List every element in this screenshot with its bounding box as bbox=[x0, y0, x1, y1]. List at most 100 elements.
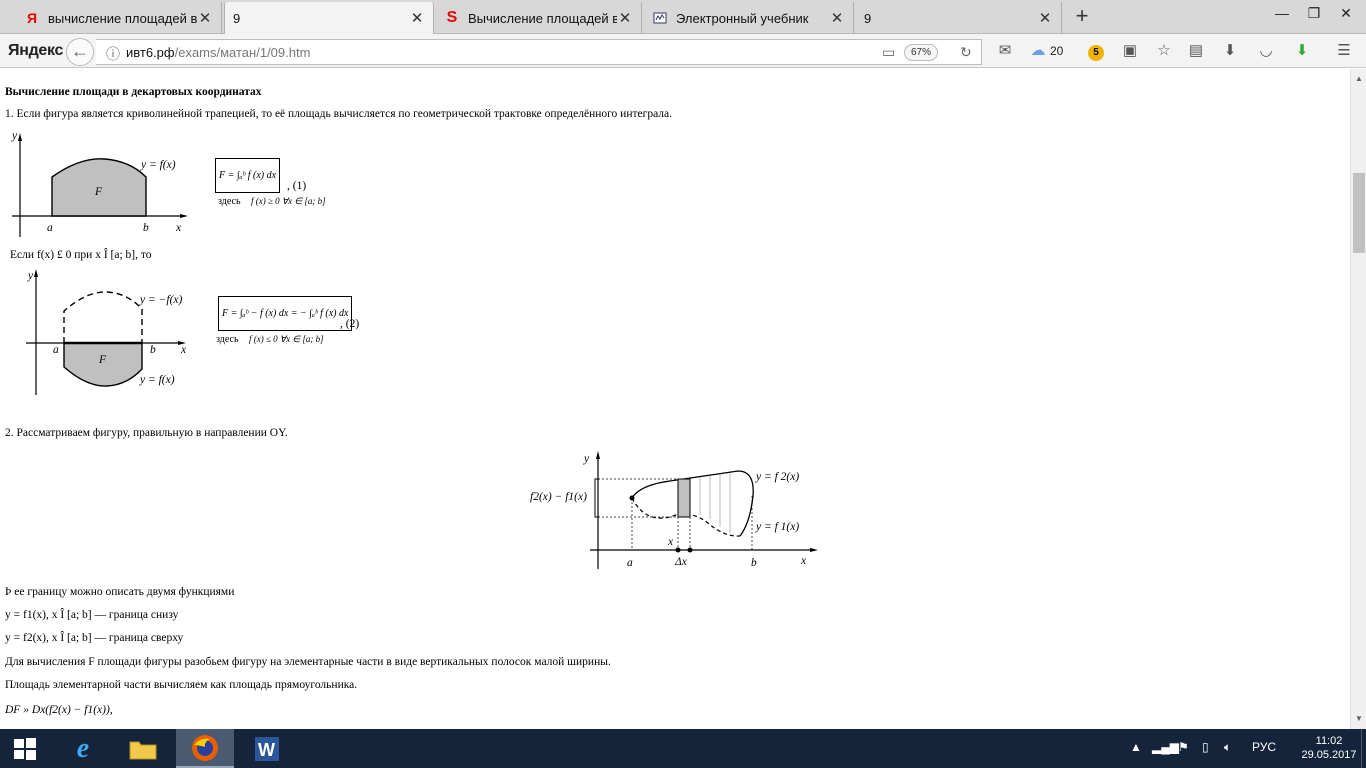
word-taskbar-button[interactable]: W bbox=[238, 729, 296, 768]
fig1-b-label: b bbox=[143, 222, 149, 234]
windows-taskbar: e W ▲ ▂▄▆ ⚑ ▯ 🔈︎ РУС 11:02 29.05.2017 bbox=[0, 729, 1366, 768]
mail-icon[interactable]: ✉ bbox=[995, 41, 1015, 61]
paragraph-6: Для вычисления F площади фигуры разобьем… bbox=[5, 656, 611, 668]
show-desktop-button[interactable] bbox=[1361, 729, 1366, 768]
formula-1: F = ∫ₐᵇ f (x) dx bbox=[215, 158, 281, 193]
volume-icon[interactable]: 🔈︎ bbox=[1224, 740, 1231, 755]
tab-title: Электронный учебник bbox=[676, 10, 809, 26]
fig2-curve-bottom-label: y = f(x) bbox=[140, 374, 175, 386]
menu-icon[interactable]: ☰ bbox=[1334, 41, 1354, 61]
tab-3[interactable]: S Вычисление площадей в д ✕ bbox=[436, 2, 642, 34]
clock[interactable]: 11:02 29.05.2017 bbox=[1296, 734, 1362, 762]
where-1: здесь bbox=[218, 196, 241, 207]
s-icon: S bbox=[446, 9, 458, 26]
address-bar[interactable]: ⓘ ивт6.рф/exams/матан/1/09.htm ▭ 67% ↻ bbox=[96, 39, 982, 65]
battery-icon[interactable]: ▯ bbox=[1202, 740, 1209, 754]
fig2-curve-top-label: y = −f(x) bbox=[140, 294, 183, 306]
fig3-diff-label: f2(x) − f1(x) bbox=[530, 491, 587, 503]
fig2-a-label: a bbox=[53, 344, 59, 356]
word-icon: W bbox=[255, 736, 279, 761]
reader-mode-icon[interactable]: ▭ bbox=[882, 44, 895, 61]
condition-1: f (x) ≥ 0 ∀x ∈ [a; b] bbox=[251, 196, 326, 206]
close-tab-icon[interactable]: ✕ bbox=[829, 9, 845, 27]
tab-title: 9 bbox=[233, 10, 241, 26]
fig3-a-label: a bbox=[627, 557, 633, 569]
extension-icon[interactable]: ▣ bbox=[1120, 41, 1140, 61]
fig3-x-label: x bbox=[801, 555, 807, 567]
vertical-scrollbar[interactable]: ▲ ▼ bbox=[1350, 69, 1366, 729]
restore-icon[interactable]: ❐ bbox=[1298, 0, 1330, 30]
scroll-up-arrow[interactable]: ▲ bbox=[1351, 71, 1366, 87]
ie-taskbar-button[interactable]: e bbox=[54, 729, 112, 768]
pocket-icon[interactable]: ◡ bbox=[1256, 41, 1276, 61]
tab-2[interactable]: 9 ✕ bbox=[224, 2, 434, 34]
fig2-b-label: b bbox=[150, 344, 156, 356]
fig1-x-label: x bbox=[176, 222, 182, 234]
url-text: ивт6.рф/exams/матан/1/09.htm bbox=[126, 45, 311, 60]
tab-5[interactable]: 9 ✕ bbox=[856, 2, 1062, 34]
paragraph-8: DF » Dx(f2(x) − f1(x)), bbox=[5, 704, 113, 716]
formula-1-number: , (1) bbox=[287, 180, 307, 192]
new-tab-button[interactable]: + bbox=[1070, 5, 1094, 29]
minimize-icon[interactable]: — bbox=[1266, 0, 1298, 30]
close-tab-icon[interactable]: ✕ bbox=[617, 9, 633, 27]
paragraph-2: 2. Рассматриваем фигуру, правильную в на… bbox=[5, 427, 288, 439]
folder-icon bbox=[129, 741, 157, 759]
network-signal-icon[interactable]: ▂▄▆ bbox=[1152, 740, 1179, 754]
fig2-x-label: x bbox=[181, 344, 187, 356]
paragraph-3: Þ ее границу можно описать двумя функция… bbox=[5, 586, 235, 598]
clock-date: 29.05.2017 bbox=[1301, 749, 1357, 761]
fig1-a-label: a bbox=[47, 222, 53, 234]
page-title: Вычисление площади в декартовых координа… bbox=[5, 86, 262, 98]
close-window-icon[interactable]: ✕ bbox=[1330, 0, 1362, 30]
scroll-thumb[interactable] bbox=[1353, 173, 1365, 253]
yandex-logo[interactable]: Яндекс bbox=[8, 42, 63, 60]
close-tab-icon[interactable]: ✕ bbox=[197, 9, 213, 27]
zoom-indicator[interactable]: 67% bbox=[904, 44, 938, 61]
weather-temp: 20 bbox=[1050, 44, 1064, 58]
bookmarks-list-icon[interactable]: ▤ bbox=[1186, 41, 1206, 61]
figure-3-svg bbox=[590, 451, 818, 569]
back-button[interactable]: ← bbox=[66, 38, 94, 66]
condition-2: f (x) ≤ 0 ∀x ∈ [a; b] bbox=[249, 334, 324, 344]
firefox-taskbar-button[interactable] bbox=[176, 729, 234, 768]
reload-icon[interactable]: ↻ bbox=[960, 44, 972, 61]
bookmark-star-icon[interactable]: ☆ bbox=[1154, 41, 1174, 61]
formula-2: F = ∫ₐᵇ − f (x) dx = − ∫ₐᵇ f (x) dx bbox=[218, 296, 353, 331]
fig3-dx-label: Δx bbox=[675, 556, 687, 568]
page-content: Вычисление площади в декартовых координа… bbox=[0, 69, 1350, 729]
firefox-icon bbox=[192, 734, 218, 761]
download-icon[interactable]: ⬇ bbox=[1220, 41, 1240, 61]
fig1-y-label: y bbox=[12, 130, 18, 142]
tab-4[interactable]: Электронный учебник ✕ bbox=[644, 2, 854, 34]
tab-1[interactable]: Я вычисление площадей в де ✕ bbox=[16, 2, 222, 34]
paragraph-5: y = f2(x), x Î [a; b] — граница сверху bbox=[5, 632, 184, 644]
tab-title: Вычисление площадей в д bbox=[468, 10, 617, 26]
paragraph-7: Площадь элементарной части вычисляем как… bbox=[5, 679, 358, 691]
where-2: здесь bbox=[216, 334, 239, 345]
doc-icon bbox=[652, 10, 668, 26]
tray-chevron-icon[interactable]: ▲ bbox=[1130, 740, 1142, 754]
close-tab-icon[interactable]: ✕ bbox=[409, 9, 425, 27]
explorer-taskbar-button[interactable] bbox=[114, 729, 172, 768]
flag-icon[interactable]: ⚑ bbox=[1178, 740, 1189, 754]
fig2-y-label: y bbox=[28, 270, 34, 282]
fig3-b-label: b bbox=[751, 557, 757, 569]
close-tab-icon[interactable]: ✕ bbox=[1037, 9, 1053, 27]
tab-title: вычисление площадей в де bbox=[48, 10, 197, 26]
start-button[interactable] bbox=[0, 729, 50, 768]
scroll-down-arrow[interactable]: ▼ bbox=[1351, 711, 1366, 727]
language-indicator[interactable]: РУС bbox=[1252, 740, 1276, 754]
windows-logo-icon bbox=[14, 737, 36, 760]
badge-icon[interactable]: 5 bbox=[1086, 41, 1106, 61]
green-download-icon[interactable]: ⬇ bbox=[1292, 41, 1312, 61]
fig1-F-label: F bbox=[95, 186, 103, 198]
paragraph-1: 1. Если фигура является криволинейной тр… bbox=[5, 108, 673, 120]
fig2-F-label: F bbox=[99, 354, 107, 366]
yandex-icon: Я bbox=[26, 10, 38, 26]
fig3-y-label: y bbox=[584, 453, 590, 465]
weather-icon[interactable]: ☁ bbox=[1028, 41, 1048, 61]
tab-bar: Я вычисление площадей в де ✕ 9 ✕ S Вычис… bbox=[0, 0, 1366, 34]
nav-bar: Яндекс ← ⓘ ивт6.рф/exams/матан/1/09.htm … bbox=[0, 34, 1366, 68]
lock-icon: ⓘ bbox=[106, 46, 120, 62]
